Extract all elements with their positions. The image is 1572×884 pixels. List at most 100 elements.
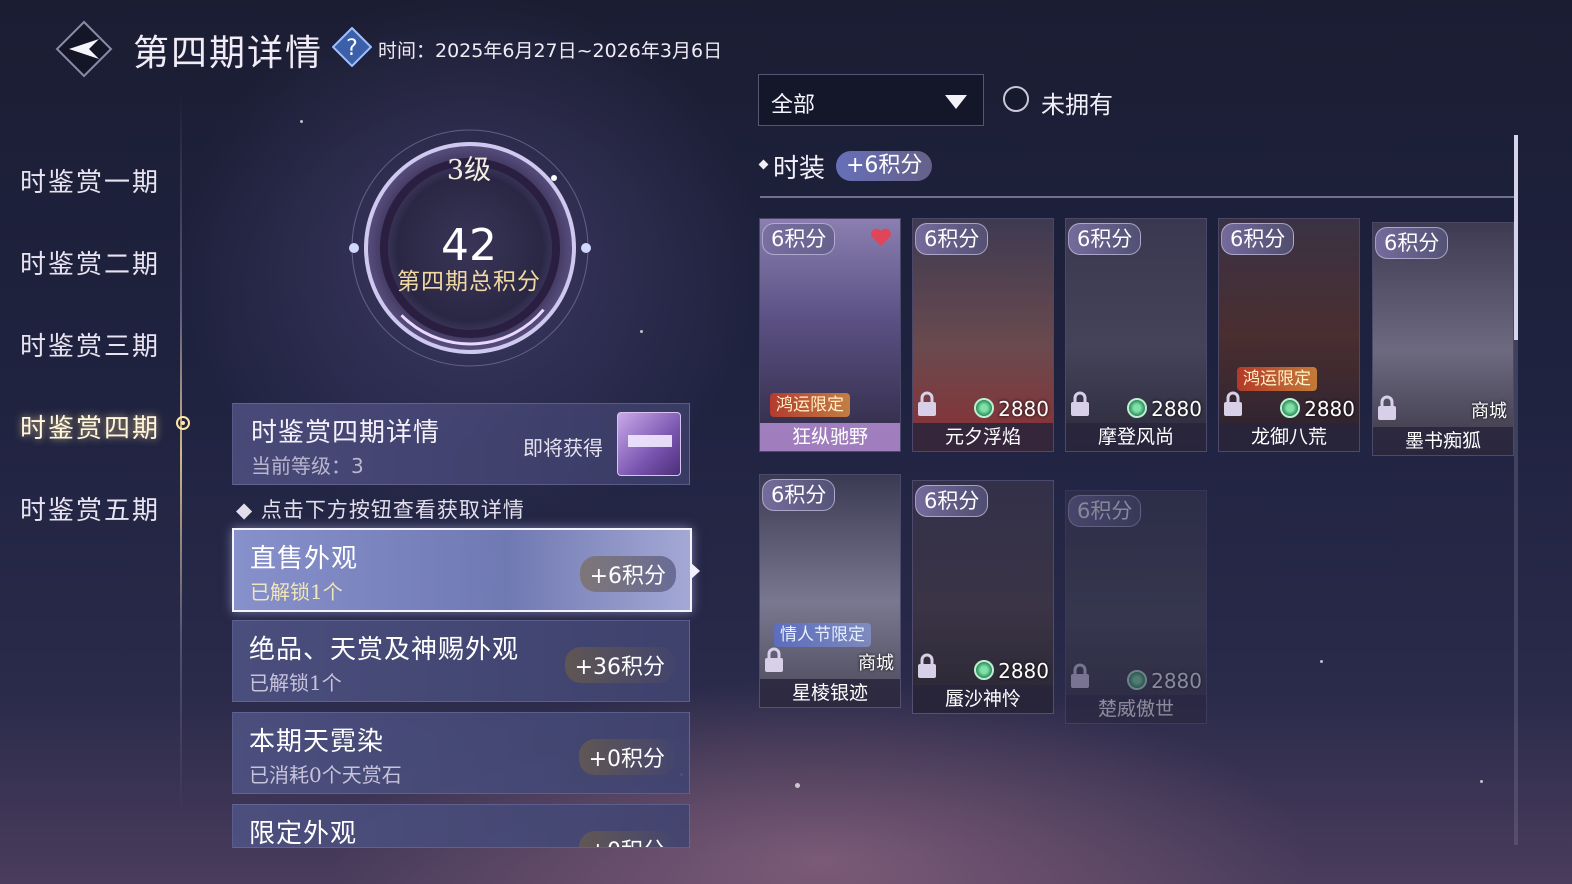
outfit-name: 摩登风尚 — [1066, 423, 1206, 451]
outfit-card[interactable]: 6积分 2880 摩登风尚 — [1065, 218, 1207, 452]
nav-item-period-1[interactable]: 时鉴赏一期 — [20, 162, 160, 199]
nav-divider — [180, 95, 182, 815]
page-title: 第四期详情 — [133, 33, 324, 74]
outfit-points: 6积分 — [915, 485, 989, 517]
outfit-points: 6积分 — [1068, 495, 1142, 527]
shop-label: 商城 — [1471, 401, 1507, 422]
outfit-card[interactable]: 6积分 鸿运限定 2880 龙御八荒 — [1218, 218, 1360, 452]
sparkle — [795, 783, 800, 788]
outfit-points: 6积分 — [1068, 223, 1142, 255]
lock-icon — [1071, 663, 1089, 688]
jade-coin-icon — [1127, 670, 1148, 690]
section-title: 时装 — [773, 154, 826, 184]
outfit-price-value: 2880 — [998, 659, 1049, 683]
outfit-points: 6积分 — [762, 479, 836, 511]
jade-coin-icon — [974, 398, 995, 418]
outfit-card[interactable]: 6积分 2880 元夕浮焰 — [912, 218, 1054, 452]
category-points: +0积分 — [578, 739, 675, 775]
outfit-price: 2880 — [1280, 397, 1355, 421]
category-dye[interactable]: 本期天霓染 已消耗0个天赏石 +0积分 — [232, 712, 690, 794]
section-points-badge: +6积分 — [836, 151, 933, 181]
filter-dropdown[interactable]: 全部 — [758, 74, 984, 126]
outfit-card[interactable]: 6积分 商城 墨书痴狐 — [1372, 222, 1514, 456]
outfit-card[interactable]: 6积分 情人节限定 商城 星棱银迹 — [759, 474, 901, 708]
score-level: 3级 — [446, 155, 492, 186]
upcoming-reward-icon[interactable] — [617, 412, 681, 476]
limited-tag: 鸿运限定 — [1237, 367, 1317, 391]
sparkle — [640, 330, 643, 333]
jade-coin-icon — [1127, 398, 1148, 418]
lock-icon — [1224, 391, 1242, 416]
outfit-points: 6积分 — [915, 223, 989, 255]
category-title: 本期天霓染 — [249, 727, 385, 757]
category-sub: 已消耗0个天赏石 — [249, 763, 402, 787]
heart-icon — [871, 228, 891, 246]
not-owned-label[interactable]: 未拥有 — [1041, 85, 1113, 120]
score-label: 第四期总积分 — [397, 269, 541, 295]
outfit-name: 元夕浮焰 — [913, 423, 1053, 451]
limited-tag: 情人节限定 — [774, 623, 871, 647]
outfit-price-value: 2880 — [998, 397, 1049, 421]
nav-item-period-3[interactable]: 时鉴赏三期 — [20, 326, 160, 363]
sparkle — [300, 120, 303, 123]
scrollbar-thumb[interactable] — [1514, 135, 1518, 340]
back-button[interactable] — [55, 20, 113, 78]
detail-upcoming-label: 即将获得 — [523, 436, 603, 460]
outfit-price: 2880 — [1127, 397, 1202, 421]
category-title: 绝品、天赏及神赐外观 — [249, 635, 520, 665]
outfit-price-value: 2880 — [1304, 397, 1355, 421]
section-divider — [760, 196, 1514, 198]
lock-icon — [1071, 391, 1089, 416]
category-sub: 已解锁1个 — [249, 671, 342, 695]
outfit-card[interactable]: 6积分 2880 楚威傲世 — [1065, 490, 1207, 724]
category-title: 限定外观 — [249, 819, 358, 848]
back-arrow-icon — [55, 20, 113, 78]
lock-icon — [1378, 395, 1396, 420]
category-premium[interactable]: 绝品、天赏及神赐外观 已解锁1个 +36积分 — [232, 620, 690, 702]
nav-item-period-4[interactable]: 时鉴赏四期 — [20, 408, 160, 445]
jade-coin-icon — [1280, 398, 1301, 418]
detail-current-level: 当前等级：3 — [251, 454, 364, 478]
score-ring: 3级 42 第四期总积分 — [330, 120, 610, 400]
category-limited[interactable]: 限定外观 +0积分 — [232, 804, 690, 848]
outfit-price: 2880 — [974, 659, 1049, 683]
category-points: +36积分 — [564, 647, 675, 683]
sparkle — [1320, 660, 1323, 663]
chevron-down-icon — [945, 95, 967, 109]
nav-item-period-5[interactable]: 时鉴赏五期 — [20, 490, 160, 527]
outfit-price: 2880 — [1127, 669, 1202, 693]
outfit-name: 星棱银迹 — [760, 679, 900, 707]
period-detail-card[interactable]: 时鉴赏四期详情 当前等级：3 即将获得 — [232, 403, 690, 485]
outfit-card[interactable]: 6积分 2880 蜃沙神怜 — [912, 480, 1054, 714]
outfit-name: 狂纵驰野 — [760, 423, 900, 451]
nav-item-period-2[interactable]: 时鉴赏二期 — [20, 244, 160, 281]
category-points: +6积分 — [579, 556, 676, 592]
sparkle — [1480, 780, 1483, 783]
help-icon[interactable]: ? — [331, 26, 373, 68]
category-sub: 已解锁1个 — [250, 580, 343, 604]
outfit-price-value: 2880 — [1151, 669, 1202, 693]
outfit-name: 墨书痴狐 — [1373, 427, 1513, 455]
jade-coin-icon — [974, 660, 995, 680]
outfit-name: 楚威傲世 — [1066, 695, 1206, 723]
outfit-points: 6积分 — [1221, 223, 1295, 255]
not-owned-radio[interactable] — [1003, 86, 1029, 112]
category-points: +0积分 — [578, 831, 675, 847]
lock-icon — [918, 653, 936, 678]
active-marker-icon — [172, 412, 194, 434]
hint-text: ◆ 点击下方按钮查看获取详情 — [236, 498, 525, 522]
outfit-price-value: 2880 — [1151, 397, 1202, 421]
svg-text:?: ? — [346, 36, 358, 61]
limited-tag: 鸿运限定 — [770, 393, 850, 417]
lock-icon — [765, 647, 783, 672]
lock-icon — [918, 391, 936, 416]
section-bullet-icon — [758, 159, 769, 170]
outfit-points: 6积分 — [762, 223, 836, 255]
outfit-card[interactable]: 6积分 鸿运限定 狂纵驰野 — [759, 218, 901, 452]
selected-arrow-icon — [690, 562, 700, 580]
category-direct-sale[interactable]: 直售外观 已解锁1个 +6积分 — [232, 528, 692, 612]
detail-title: 时鉴赏四期详情 — [251, 418, 441, 448]
outfit-name: 龙御八荒 — [1219, 423, 1359, 451]
filter-selected-label: 全部 — [771, 93, 816, 118]
outfit-price: 2880 — [974, 397, 1049, 421]
